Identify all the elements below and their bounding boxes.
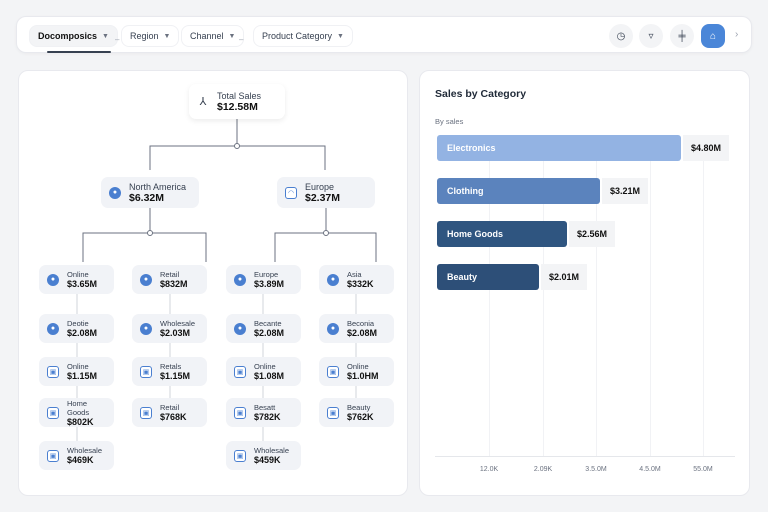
bar-label: Electronics: [447, 143, 496, 153]
bar-value-label: $2.56M: [569, 221, 616, 247]
tree-node-north-america[interactable]: ● North America $6.32M: [101, 177, 199, 208]
bar-label: Clothing: [447, 186, 484, 196]
tree-node-leaf[interactable]: ▣ Home Goods $802K: [39, 398, 114, 427]
tree-node-leaf[interactable]: ● Retail $832M: [132, 265, 207, 294]
people-icon: ⅄: [199, 96, 207, 108]
globe-icon: ●: [140, 273, 152, 286]
chart-subtitle: By sales: [435, 117, 464, 126]
tree-node-leaf[interactable]: ▣ Wholesale $469K: [39, 441, 114, 470]
bar-value-label: $3.21M: [602, 178, 649, 204]
tree-node-leaf[interactable]: ● Deotie $2.08M: [39, 314, 114, 343]
x-axis: [435, 456, 735, 457]
globe-icon: ●: [234, 322, 246, 335]
bar-label: Home Goods: [447, 229, 504, 239]
tree-node-leaf[interactable]: ▣ Online $1.0HM: [319, 357, 394, 386]
tree-node-leaf[interactable]: ▣ Besatt $782K: [226, 398, 301, 427]
tree-node-leaf[interactable]: ▣ Online $1.08M: [226, 357, 301, 386]
box-icon: ▣: [234, 365, 246, 378]
tree-node-leaf[interactable]: ▣ Retals $1.15M: [132, 357, 207, 386]
globe-icon: ●: [234, 273, 246, 286]
tree-node-europe[interactable]: ◠ Europe $2.37M: [277, 177, 375, 208]
tree-node-leaf[interactable]: ● Becante $2.08M: [226, 314, 301, 343]
globe-icon: ●: [327, 273, 339, 286]
globe-icon: ●: [47, 273, 59, 286]
globe-icon: ●: [109, 186, 121, 199]
box-icon: ▣: [47, 365, 59, 378]
globe-icon: ●: [327, 322, 339, 335]
box-icon: ▣: [140, 406, 152, 419]
x-tick-label: 2.09K: [533, 466, 553, 473]
gridline: [650, 135, 651, 457]
tree-node-leaf[interactable]: ● Europe $3.89M: [226, 265, 301, 294]
box-icon: ▣: [47, 406, 59, 419]
tree-node-root[interactable]: ⅄ Total Sales $12.58M: [189, 84, 285, 119]
tree-node-leaf[interactable]: ● Asia $332K: [319, 265, 394, 294]
box-icon: ▣: [234, 449, 246, 462]
tree-node-leaf[interactable]: ● Wholesale $2.03M: [132, 314, 207, 343]
box-icon: ▣: [47, 449, 59, 462]
x-tick-label: 55.0M: [693, 466, 713, 473]
tree-node-leaf[interactable]: ▣ Online $1.15M: [39, 357, 114, 386]
bar-electronics[interactable]: Electronics: [437, 135, 681, 161]
gridline: [703, 135, 704, 457]
bar-clothing[interactable]: Clothing: [437, 178, 600, 204]
bar-value-label: $4.80M: [683, 135, 730, 161]
box-icon: ▣: [327, 406, 339, 419]
tree-node-leaf[interactable]: ▣ Beauty $762K: [319, 398, 394, 427]
bar-label: Beauty: [447, 272, 478, 282]
bar-value-label: $2.01M: [541, 264, 588, 290]
bar-beauty[interactable]: Beauty: [437, 264, 539, 290]
x-tick-label: 12.0K: [479, 466, 499, 473]
box-icon: ▣: [327, 365, 339, 378]
tree-node-leaf[interactable]: ● Online $3.65M: [39, 265, 114, 294]
x-tick-label: 3.5.0M: [585, 466, 607, 473]
box-icon: ▣: [140, 365, 152, 378]
chart-icon: ◠: [285, 186, 297, 199]
tree-node-leaf[interactable]: ▣ Wholesale $459K: [226, 441, 301, 470]
box-icon: ▣: [234, 406, 246, 419]
tree-node-leaf[interactable]: ▣ Retail $768K: [132, 398, 207, 427]
globe-icon: ●: [140, 322, 152, 335]
globe-icon: ●: [47, 322, 59, 335]
bar-home-goods[interactable]: Home Goods: [437, 221, 567, 247]
chart-title: Sales by Category: [435, 88, 527, 100]
tree-node-leaf[interactable]: ● Beconia $2.08M: [319, 314, 394, 343]
x-tick-label: 4.5.0M: [639, 466, 661, 473]
